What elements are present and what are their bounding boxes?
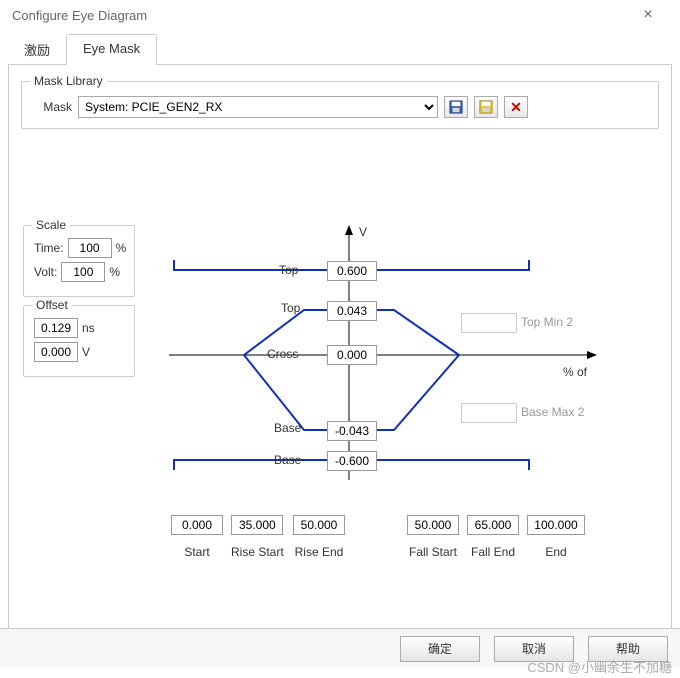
fall-end-label: Fall End [471,545,515,559]
top-min2-label: Top Min 2 [521,315,573,329]
base-outer-label: Base [274,453,301,467]
offset-group: Offset ns V [23,305,135,377]
base-inner-label: Base [274,421,301,435]
mask-library-title: Mask Library [30,74,107,88]
fall-start-input[interactable] [407,515,459,535]
x-axis-label: % of [563,365,587,379]
start-label: Start [184,545,209,559]
tab-panel: Mask Library Mask System: PCIE_GEN2_RX ✕ [8,64,672,634]
top-min2-input[interactable] [461,313,517,333]
close-icon[interactable]: × [628,6,668,24]
scale-time-unit: % [116,241,127,255]
base-inner-input[interactable] [327,421,377,441]
scale-volt-unit: % [109,265,120,279]
scale-time-label: Time: [34,241,64,255]
fall-start-label: Fall Start [409,545,457,559]
top-outer-input[interactable] [327,261,377,281]
rise-start-label: Rise Start [231,545,284,559]
cross-input[interactable] [327,345,377,365]
tab-eye-mask[interactable]: Eye Mask [66,34,157,65]
scale-volt-input[interactable] [61,262,105,282]
tab-stimulus[interactable]: 激励 [8,34,66,65]
top-outer-label: Top [279,263,298,277]
eye-diagram: V % of Top Top Cross Base Base Top Min 2… [159,225,639,565]
rise-start-input[interactable] [231,515,283,535]
start-input[interactable] [171,515,223,535]
scale-volt-label: Volt: [34,265,57,279]
window-title: Configure Eye Diagram [12,8,147,23]
save-icon[interactable] [444,96,468,118]
scale-title: Scale [32,218,70,232]
base-max2-input[interactable] [461,403,517,423]
tab-strip: 激励 Eye Mask [8,34,672,65]
scale-group: Scale Time: % Volt: % [23,225,135,297]
top-inner-input[interactable] [327,301,377,321]
base-max2-label: Base Max 2 [521,405,584,419]
end-label: End [545,545,566,559]
scale-time-input[interactable] [68,238,112,258]
ok-button[interactable]: 确定 [400,636,480,662]
save-as-icon[interactable] [474,96,498,118]
offset-time-input[interactable] [34,318,78,338]
delete-icon[interactable]: ✕ [504,96,528,118]
base-outer-input[interactable] [327,451,377,471]
cross-label: Cross [267,347,298,361]
mask-select[interactable]: System: PCIE_GEN2_RX [78,96,438,118]
rise-end-label: Rise End [295,545,344,559]
offset-time-unit: ns [82,321,95,335]
fall-end-input[interactable] [467,515,519,535]
offset-volt-input[interactable] [34,342,78,362]
rise-end-input[interactable] [293,515,345,535]
offset-volt-unit: V [82,345,90,359]
end-input[interactable] [527,515,585,535]
mask-label: Mask [32,100,72,114]
titlebar: Configure Eye Diagram × [0,0,680,30]
watermark: CSDN @小幽余生不加糖 [527,657,672,676]
mask-library-group: Mask Library Mask System: PCIE_GEN2_RX ✕ [21,81,659,129]
v-axis-label: V [359,225,367,239]
top-inner-label: Top [281,301,300,315]
offset-title: Offset [32,298,72,312]
